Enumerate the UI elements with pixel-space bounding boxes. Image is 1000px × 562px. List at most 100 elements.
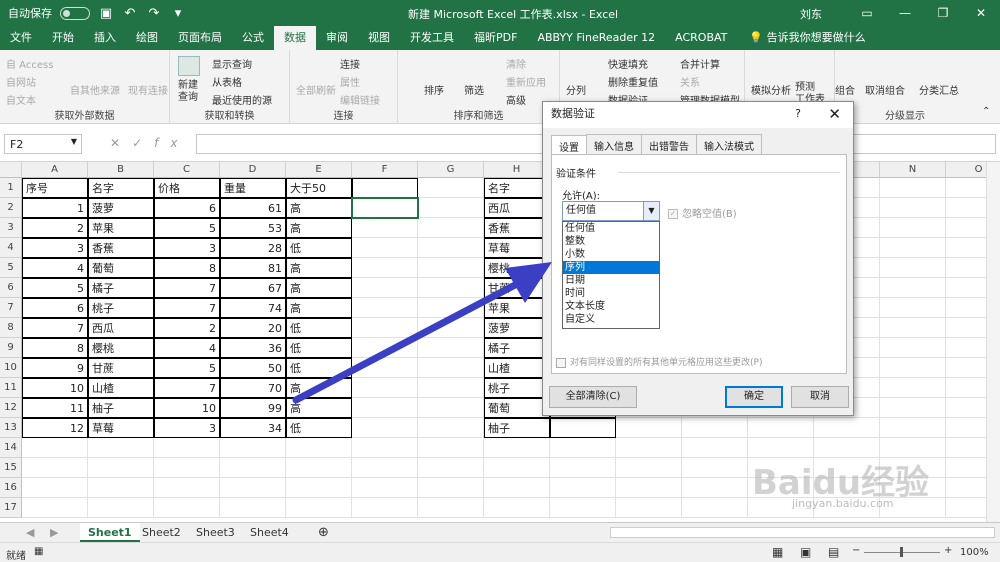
cell[interactable]: 桃子	[88, 298, 154, 318]
reapply-button[interactable]: 重新应用	[506, 74, 546, 89]
cell[interactable]: 3	[154, 238, 220, 258]
row-header-15[interactable]: 15	[0, 458, 22, 478]
subtotal-button[interactable]: 分类汇总	[919, 82, 959, 97]
cell[interactable]: 高	[286, 258, 352, 278]
cell[interactable]: 草莓	[88, 418, 154, 438]
grid-cell[interactable]	[154, 478, 220, 498]
cell[interactable]: 50	[220, 358, 286, 378]
grid-cell[interactable]	[286, 458, 352, 478]
grid-cell[interactable]	[484, 438, 550, 458]
cell[interactable]: 高	[286, 378, 352, 398]
cell[interactable]: 81	[220, 258, 286, 278]
consolidate-button[interactable]: 合并计算	[680, 56, 720, 71]
cell[interactable]	[352, 318, 418, 338]
cell[interactable]: 7	[154, 378, 220, 398]
cell[interactable]	[352, 178, 418, 198]
sort-button[interactable]: 排序	[424, 82, 444, 97]
grid-cell[interactable]	[418, 458, 484, 478]
cell[interactable]: 低	[286, 318, 352, 338]
page-layout-view-icon[interactable]: ▣	[800, 545, 811, 559]
allow-option[interactable]: 时间	[563, 287, 659, 300]
row-header-9[interactable]: 9	[0, 338, 22, 358]
cell[interactable]: 葡萄	[484, 398, 550, 418]
group-button[interactable]: 组合	[835, 82, 855, 97]
column-header-H[interactable]: H	[484, 162, 550, 178]
grid-cell[interactable]	[154, 498, 220, 518]
cell[interactable]: 12	[22, 418, 88, 438]
grid-cell[interactable]	[880, 418, 946, 438]
redo-icon[interactable]: ↷	[146, 6, 162, 21]
cell[interactable]: 20	[220, 318, 286, 338]
grid-cell[interactable]	[550, 438, 616, 458]
cell[interactable]: 61	[220, 198, 286, 218]
row-header-10[interactable]: 10	[0, 358, 22, 378]
grid-cell[interactable]	[484, 478, 550, 498]
cell[interactable]: 橘子	[484, 338, 550, 358]
cell[interactable]: 53	[220, 218, 286, 238]
zoom-out-icon[interactable]: −	[852, 545, 860, 556]
allow-dropdown-list[interactable]: 任何值 整数 小数 序列 日期 时间 文本长度 自定义	[562, 221, 660, 329]
what-if-button[interactable]: 模拟分析	[751, 82, 791, 97]
cell[interactable]: 桃子	[484, 378, 550, 398]
cell[interactable]: 5	[22, 278, 88, 298]
grid-cell[interactable]	[880, 238, 946, 258]
normal-view-icon[interactable]: ▦	[772, 545, 783, 559]
allow-option[interactable]: 日期	[563, 274, 659, 287]
minimize-icon[interactable]: —	[886, 0, 924, 26]
row-header-17[interactable]: 17	[0, 498, 22, 518]
cell[interactable]: 高	[286, 278, 352, 298]
grid-cell[interactable]	[418, 318, 484, 338]
grid-cell[interactable]	[286, 478, 352, 498]
enter-icon[interactable]: ✓	[132, 136, 154, 150]
refresh-all-button[interactable]: 全部刷新	[296, 82, 336, 97]
advanced-filter-button[interactable]: 高级	[506, 92, 526, 107]
text-to-columns-button[interactable]: 分列	[566, 82, 586, 97]
cell[interactable]: 低	[286, 338, 352, 358]
grid-cell[interactable]	[814, 418, 880, 438]
grid-cell[interactable]	[682, 458, 748, 478]
ribbon-options-icon[interactable]: ▭	[848, 0, 886, 26]
cell[interactable]	[352, 218, 418, 238]
grid-cell[interactable]	[880, 258, 946, 278]
cell[interactable]: 草莓	[484, 238, 550, 258]
row-header-12[interactable]: 12	[0, 398, 22, 418]
column-header-F[interactable]: F	[352, 162, 418, 178]
cell[interactable]: 7	[22, 318, 88, 338]
grid-cell[interactable]	[418, 178, 484, 198]
grid-cell[interactable]	[748, 418, 814, 438]
grid-cell[interactable]	[682, 418, 748, 438]
grid-cell[interactable]	[418, 438, 484, 458]
cell[interactable]: 低	[286, 238, 352, 258]
sheet-tab-2[interactable]: Sheet2	[134, 523, 189, 542]
relationships-button[interactable]: 关系	[680, 74, 700, 89]
grid-cell[interactable]	[616, 438, 682, 458]
grid-cell[interactable]	[220, 478, 286, 498]
existing-connections-button[interactable]: 现有连接	[128, 82, 168, 97]
macro-record-icon[interactable]: ▦	[34, 546, 43, 557]
grid-cell[interactable]	[616, 478, 682, 498]
cell[interactable]: 4	[22, 258, 88, 278]
properties-button[interactable]: 属性	[340, 74, 360, 89]
cell[interactable]: 西瓜	[88, 318, 154, 338]
other-sources-button[interactable]: 自其他来源	[70, 82, 120, 97]
row-header-11[interactable]: 11	[0, 378, 22, 398]
clear-filter-button[interactable]: 清除	[506, 56, 526, 71]
grid-cell[interactable]	[88, 438, 154, 458]
cell[interactable]	[352, 398, 418, 418]
cell[interactable]	[352, 418, 418, 438]
grid-cell[interactable]	[880, 318, 946, 338]
cell[interactable]: 11	[22, 398, 88, 418]
tab-insert[interactable]: 插入	[84, 26, 126, 50]
grid-cell[interactable]	[88, 458, 154, 478]
grid-cell[interactable]	[880, 378, 946, 398]
grid-cell[interactable]	[154, 438, 220, 458]
save-icon[interactable]: ▣	[98, 6, 114, 21]
grid-cell[interactable]	[550, 498, 616, 518]
tab-page-layout[interactable]: 页面布局	[168, 26, 232, 50]
cell[interactable]: 7	[154, 278, 220, 298]
column-header-N[interactable]: N	[880, 162, 946, 178]
grid-cell[interactable]	[484, 458, 550, 478]
cell[interactable]: 香蕉	[484, 218, 550, 238]
selected-cell-f2[interactable]	[351, 197, 419, 219]
tab-review[interactable]: 审阅	[316, 26, 358, 50]
